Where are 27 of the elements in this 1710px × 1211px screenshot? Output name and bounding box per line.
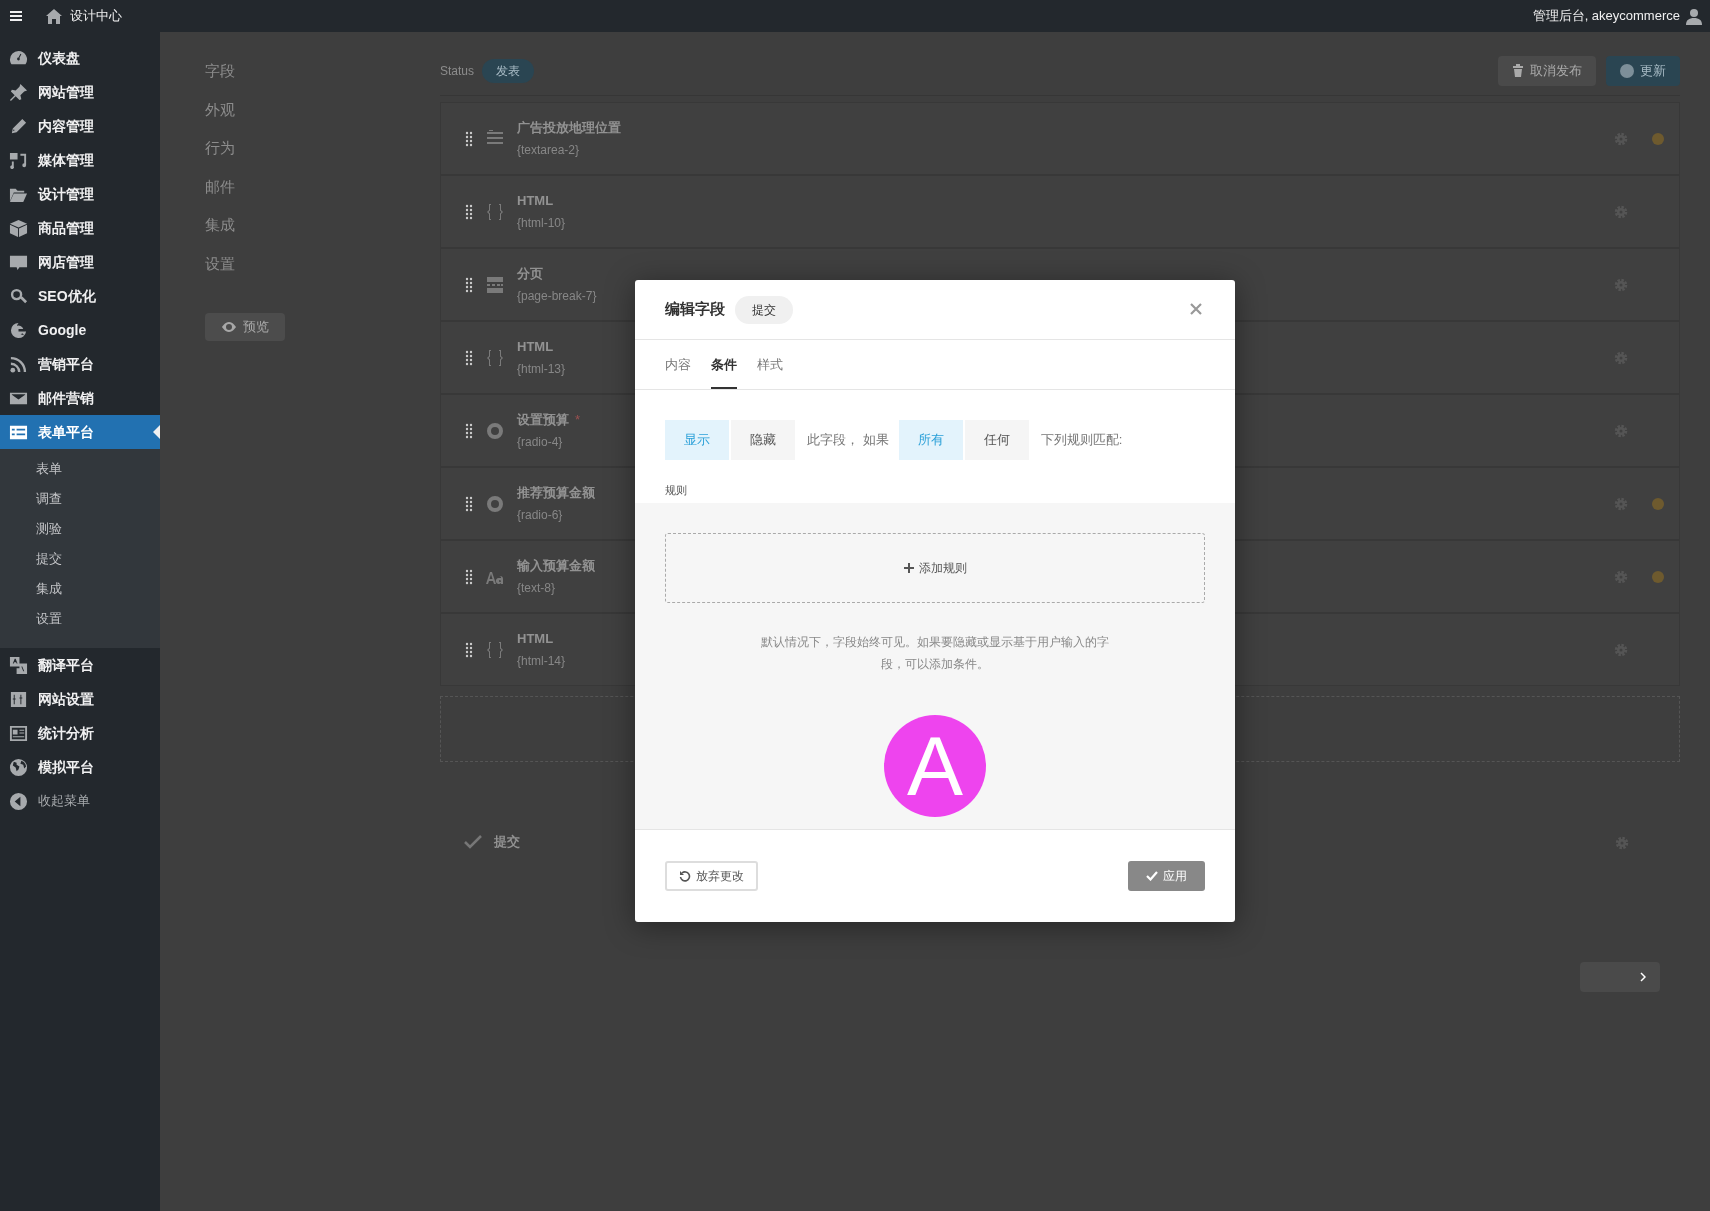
field-id: {radio-6} (517, 507, 564, 525)
field-title: 分页 (517, 264, 544, 283)
condition-text: 下列规则匹配: (1040, 431, 1123, 450)
field-title: 输入预算金额 (517, 556, 595, 575)
required-mark: * (575, 410, 581, 429)
field-id: {html-14} (517, 653, 566, 671)
field-id: {text-8} (517, 580, 557, 598)
help-text: 默认情况下，字段始终可见。如果要隐藏或显示基于用户输入的字段，可以添加条件。 (760, 633, 1110, 673)
status-label: Status (440, 62, 475, 80)
field-title: HTML (517, 191, 555, 210)
field-title: HTML (517, 629, 555, 648)
field-id: {html-13} (517, 361, 566, 379)
field-id: {html-10} (517, 215, 566, 233)
field-id: {page-break-7} (517, 288, 597, 306)
condition-text: 此字段， 如果 (807, 431, 889, 450)
field-id: {radio-4} (517, 434, 564, 452)
modal-title: 编辑字段 (665, 299, 725, 320)
field-type-badge: 提交 (735, 295, 793, 324)
status-badge: 发表 (482, 58, 535, 83)
logo: A (884, 714, 986, 817)
field-id: {textarea-2} (517, 142, 581, 160)
field-title: HTML (517, 337, 555, 356)
rules-label: 规则 (664, 483, 688, 498)
field-title: 广告投放地理位置 (517, 118, 621, 137)
field-title: 设置预算 (517, 410, 569, 429)
submit-label: 提交 (494, 833, 520, 852)
field-title: 推荐预算金额 (517, 483, 595, 502)
